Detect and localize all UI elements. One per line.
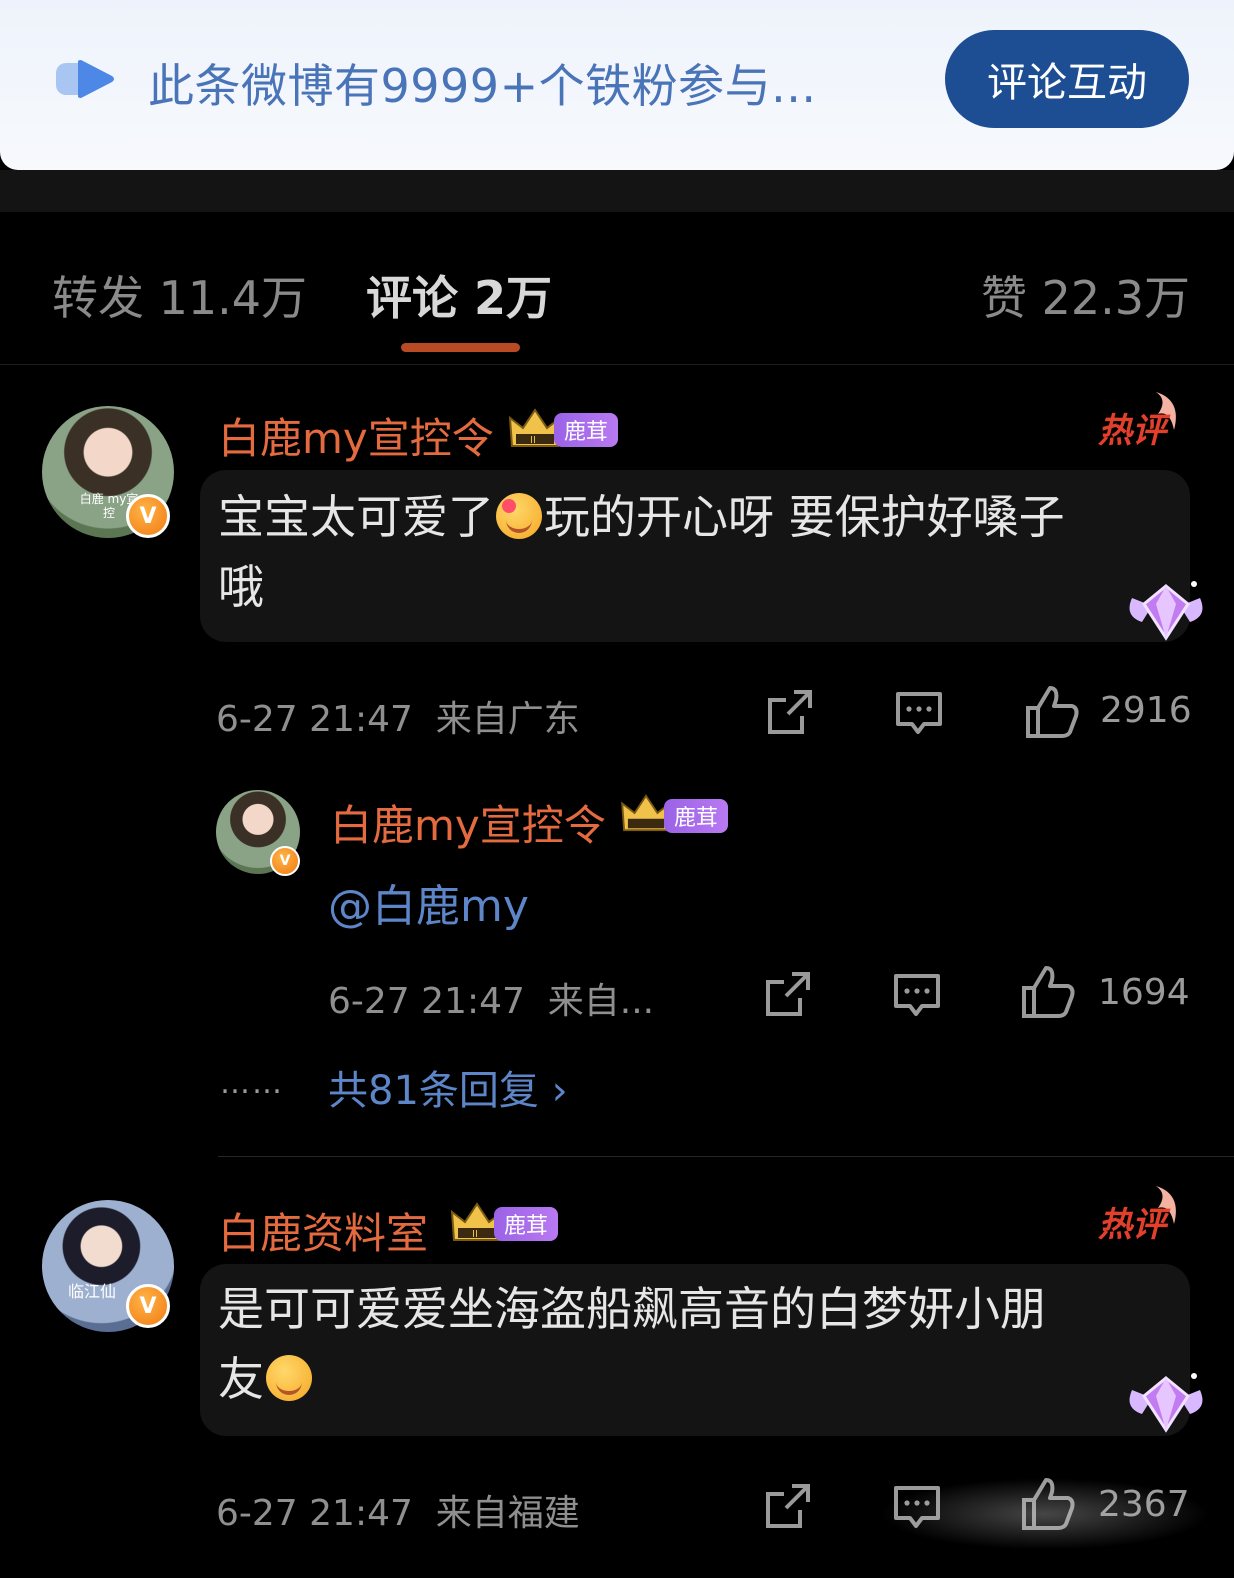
watermark-overlay (880, 1478, 1210, 1550)
reply-username[interactable]: 白鹿my宣控令 (330, 792, 606, 853)
view-more-replies-link[interactable]: 共81条回复 › (328, 1058, 568, 1116)
reply-avatar[interactable]: V (216, 790, 300, 876)
comment-text: 宝宝太可爱了 玩的开心呀 要保护好嗓子 哦 (218, 490, 1065, 614)
comment-username[interactable]: 白鹿资料室 (218, 1200, 428, 1261)
banner-text: 此条微博有9999+个铁粉参与... (148, 59, 817, 113)
hot-comment-icon: 热评 (1098, 1186, 1176, 1245)
share-icon[interactable] (762, 970, 812, 1020)
comment-icon[interactable] (892, 970, 942, 1020)
avatar[interactable]: 白鹿 my宣控 V (42, 406, 174, 538)
fan-engagement-banner: 此条微博有9999+个铁粉参与... 评论互动 (0, 0, 1234, 170)
comment-interact-button[interactable]: 评论互动 (945, 30, 1189, 128)
tab-divider (0, 364, 1234, 365)
share-icon[interactable] (764, 688, 814, 738)
share-icon[interactable] (762, 1482, 812, 1532)
tab-likes[interactable]: 赞 22.3万 (981, 262, 1190, 328)
like-count: 2916 (1100, 690, 1192, 731)
heart-face-emoji-icon (496, 493, 542, 539)
verified-v-icon: V (270, 846, 300, 876)
comment-timestamp: 6-27 21:47 来自广东 (216, 699, 580, 740)
comment-timestamp: 6-27 21:47 来自福建 (216, 1493, 580, 1534)
section-divider (0, 170, 1234, 212)
banner-play-icon (56, 60, 114, 98)
svg-text:热评: 热评 (1098, 411, 1171, 451)
fan-tag: 鹿茸 (494, 1207, 559, 1241)
tab-repost[interactable]: 转发 11.4万 (52, 262, 307, 328)
avatar[interactable]: 临江仙 V (42, 1200, 174, 1332)
mention-link[interactable]: @白鹿my (328, 870, 529, 934)
verified-v-icon: V (126, 494, 170, 538)
thumbs-up-icon[interactable] (1020, 964, 1076, 1020)
gem-wings-icon (1129, 581, 1203, 641)
kissing-face-emoji-icon (266, 1355, 312, 1401)
svg-text:热评: 热评 (1098, 1205, 1171, 1245)
reply-timestamp: 6-27 21:47 来自... (328, 981, 655, 1022)
fan-tag: 鹿茸 (554, 413, 619, 447)
comment-username[interactable]: 白鹿my宣控令 (218, 405, 494, 466)
ellipsis: …… (220, 1066, 284, 1101)
comment-text: 是可可爱爱坐海盗船飙高音的白梦妍小朋 友 (218, 1282, 1046, 1406)
like-count: 1694 (1098, 972, 1190, 1013)
comment-icon[interactable] (894, 688, 944, 738)
active-tab-indicator (401, 343, 520, 352)
verified-v-icon: V (126, 1284, 170, 1328)
fan-tag: 鹿茸 (664, 799, 729, 833)
svg-text:II: II (530, 435, 536, 446)
svg-text:II: II (472, 1229, 478, 1240)
comment-separator (218, 1156, 1234, 1157)
hot-comment-icon: 热评 (1098, 392, 1176, 451)
thumbs-up-icon[interactable] (1024, 684, 1080, 740)
avatar-caption: 临江仙 (67, 1282, 116, 1301)
gem-wings-icon (1129, 1373, 1203, 1433)
tab-comments[interactable]: 评论 2万 (366, 262, 552, 328)
